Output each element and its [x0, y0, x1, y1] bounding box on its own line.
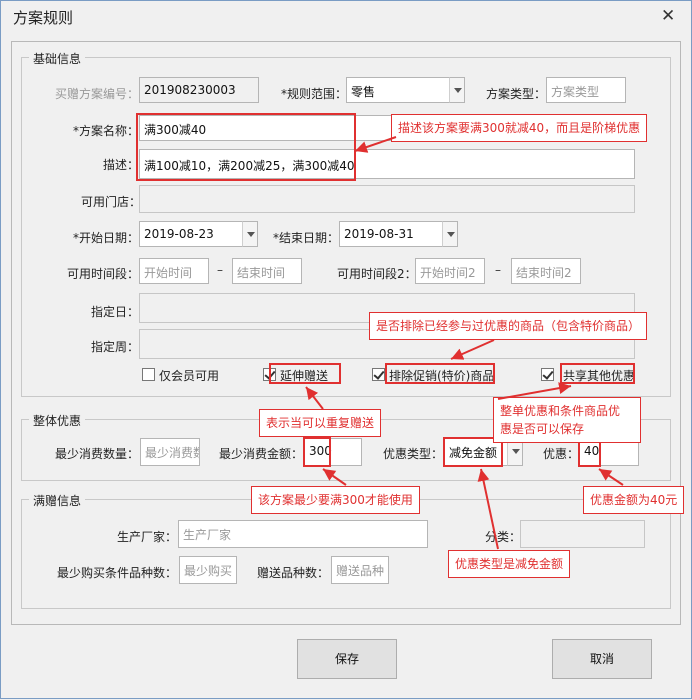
plan-type-label: 方案类型： — [486, 87, 547, 101]
dialog-title: 方案规则 — [13, 9, 74, 27]
close-icon[interactable]: ✕ — [661, 6, 675, 26]
min-amount-label: 最少消费金额： — [219, 447, 304, 461]
save-button[interactable]: 保存 — [297, 639, 397, 679]
period2-start-placeholder: 开始时间2 — [420, 266, 476, 280]
maker-placeholder: 生产厂家 — [183, 528, 232, 542]
discount-type-annotation: 优惠类型是减免金额 — [448, 550, 571, 578]
name-desc-highlight — [136, 113, 356, 181]
extend-gift-annotation: 表示当可以重复赠送 — [259, 409, 382, 437]
extend-gift-highlight — [269, 363, 341, 384]
title-bar: 方案规则 ✕ — [1, 1, 691, 33]
category-input[interactable] — [520, 520, 645, 548]
scope-label: *规则范围： — [281, 87, 348, 101]
min-kinds-label: 最少购买条件品种数： — [57, 566, 178, 580]
period2-end-placeholder: 结束时间2 — [516, 266, 572, 280]
gift-info-group — [21, 499, 671, 609]
end-date-input[interactable]: 2019-08-31 — [339, 221, 443, 247]
period-start-placeholder: 开始时间 — [144, 266, 193, 280]
share-other-highlight — [560, 363, 635, 384]
period2-start-input[interactable]: 开始时间2 — [415, 258, 485, 284]
share-note-line1: 整单优惠和条件商品优 — [500, 404, 621, 418]
plan-code-label: 买赠方案编号： — [55, 87, 140, 101]
period-end-placeholder: 结束时间 — [237, 266, 286, 280]
gift-kinds-input[interactable]: 赠送品种 — [331, 556, 389, 584]
min-amount-highlight — [303, 437, 331, 467]
gift-info-legend: 满赠信息 — [29, 492, 86, 509]
basic-info-legend: 基础信息 — [29, 50, 86, 67]
members-only-checkbox[interactable] — [142, 368, 155, 381]
min-kinds-input[interactable]: 最少购买 — [179, 556, 237, 584]
discount-type-label: 优惠类型： — [383, 447, 444, 461]
gift-kinds-label: 赠送品种数： — [257, 566, 330, 580]
period-start-input[interactable]: 开始时间 — [139, 258, 209, 284]
share-other-annotation: 整单优惠和条件商品优 惠是否可以保存 — [493, 397, 641, 443]
period-end-input[interactable]: 结束时间 — [232, 258, 302, 284]
discount-label: 优惠： — [543, 447, 580, 461]
start-date-chevron-down-icon[interactable] — [242, 221, 258, 247]
period2-end-input[interactable]: 结束时间2 — [511, 258, 581, 284]
end-date-label: *结束日期： — [273, 231, 340, 245]
exclude-promo-annotation: 是否排除已经参与过优惠的商品（包含特价商品） — [369, 312, 648, 340]
time-period-label: 可用时间段： — [67, 267, 140, 281]
scope-select[interactable]: 零售 — [346, 77, 450, 103]
exclude-promo-checkbox[interactable] — [372, 368, 385, 381]
min-qty-input[interactable]: 最少消费数 — [140, 438, 200, 466]
members-only-label: 仅会员可用 — [159, 369, 220, 383]
stores-input[interactable] — [139, 185, 635, 213]
specified-week-label: 指定周： — [91, 340, 140, 354]
scope-chevron-down-icon[interactable] — [449, 77, 465, 103]
min-qty-placeholder: 最少消费数 — [145, 446, 200, 460]
plan-name-annotation: 描述该方案要满300就减40，而且是阶梯优惠 — [391, 114, 648, 142]
period2-dash: – — [495, 263, 501, 277]
start-date-input[interactable]: 2019-08-23 — [139, 221, 243, 247]
share-other-checkbox[interactable] — [541, 368, 554, 381]
min-kinds-placeholder: 最少购买 — [184, 564, 233, 578]
plan-name-label: *方案名称： — [73, 124, 140, 138]
start-date-label: *开始日期： — [73, 231, 140, 245]
plan-type-input[interactable]: 方案类型 — [546, 77, 626, 103]
rule-dialog: 方案规则 ✕ 基础信息 买赠方案编号： 201908230003 *规则范围： … — [0, 0, 692, 699]
plan-code-field: 201908230003 — [139, 77, 259, 103]
discount-annotation: 优惠金额为40元 — [583, 486, 685, 514]
end-date-chevron-down-icon[interactable] — [442, 221, 458, 247]
cancel-button[interactable]: 取消 — [552, 639, 652, 679]
maker-label: 生产厂家： — [117, 530, 178, 544]
stores-label: 可用门店： — [81, 195, 142, 209]
overall-discount-legend: 整体优惠 — [29, 412, 86, 429]
exclude-promo-highlight — [385, 363, 495, 384]
specified-day-label: 指定日： — [91, 305, 140, 319]
share-note-line2: 惠是否可以保存 — [500, 422, 585, 436]
time-period2-label: 可用时间段2： — [337, 267, 417, 281]
gift-kinds-placeholder: 赠送品种 — [336, 564, 385, 578]
min-amount-annotation: 该方案最少要满300才能使用 — [251, 486, 420, 514]
period-dash: – — [217, 263, 223, 277]
plan-type-placeholder: 方案类型 — [551, 85, 600, 99]
category-label: 分类： — [485, 530, 522, 544]
description-label: 描述： — [103, 158, 140, 172]
min-qty-label: 最少消费数量： — [55, 447, 140, 461]
maker-input[interactable]: 生产厂家 — [178, 520, 428, 548]
